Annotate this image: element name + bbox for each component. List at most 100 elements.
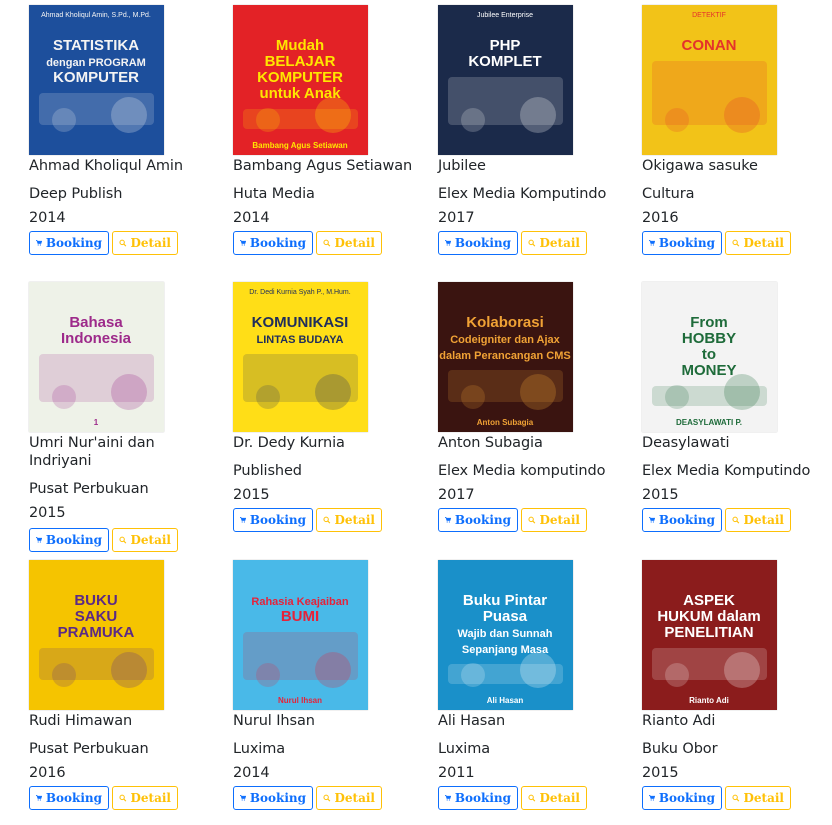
book-publisher: Published (233, 463, 302, 479)
book-cover-art: Dr. Dedi Kurnia Syah P., M.Hum. KOMUNIKAS… (233, 282, 368, 432)
book-actions: Booking Detail (29, 231, 178, 255)
book-actions: Booking Detail (29, 786, 178, 810)
booking-button-label: Booking (658, 513, 715, 527)
detail-button-label: Detail (743, 513, 784, 527)
svg-text:DEASYLAWATI P.: DEASYLAWATI P. (676, 418, 742, 427)
book-author: Jubilee (438, 158, 486, 174)
svg-text:Buku Pintar: Buku Pintar (463, 592, 547, 609)
booking-button[interactable]: Booking (642, 508, 722, 532)
svg-text:BELAJAR: BELAJAR (265, 53, 336, 70)
shopping-cart-icon (445, 517, 451, 523)
booking-button[interactable]: Booking (233, 786, 313, 810)
book-publisher: Deep Publish (29, 186, 123, 202)
book-author: Anton Subagia (438, 435, 543, 451)
search-icon (732, 516, 740, 524)
detail-button[interactable]: Detail (316, 231, 382, 255)
book-cover-art: MudahBELAJARKOMPUTERuntuk Anak Bambang Ag… (233, 5, 368, 155)
svg-text:KOMPLET: KOMPLET (468, 53, 541, 70)
book-cover[interactable]: Mudah BELAJAR KOMPUTER untuk Anak Bambang Ag… (233, 5, 368, 155)
detail-button[interactable]: Detail (521, 786, 587, 810)
book-cover[interactable]: Bahasa Indonesia 1 (29, 282, 164, 432)
book-cover-art: DETEKTIF CONAN (642, 5, 777, 155)
book-cover[interactable]: From HOBBY to MONEY DEASYLAWATI P. (642, 282, 777, 432)
booking-button[interactable]: Booking (438, 786, 518, 810)
book-publisher: Elex Media Komputindo (438, 186, 607, 202)
book-author: Rianto Adi (642, 713, 716, 729)
svg-text:1: 1 (94, 418, 99, 427)
book-cover[interactable]: Ahmad Kholiqul Amin, S.Pd., M.Pd. STATIST… (29, 5, 164, 155)
booking-button-label: Booking (45, 791, 102, 805)
detail-button-label: Detail (743, 236, 784, 250)
book-cover[interactable]: Kolaborasi Codeigniter dan Ajax dalam Pera… (438, 282, 573, 432)
book-cover[interactable]: Jubilee Enterprise PHP KOMPLET (438, 5, 573, 155)
svg-text:Wajib dan Sunnah: Wajib dan Sunnah (458, 628, 553, 640)
shopping-cart-icon (649, 240, 655, 246)
svg-text:dalam Perancangan CMS: dalam Perancangan CMS (439, 350, 570, 362)
book-year: 2015 (29, 505, 66, 521)
book-year: 2017 (438, 487, 475, 503)
svg-text:to: to (702, 346, 716, 363)
booking-button[interactable]: Booking (29, 786, 109, 810)
book-cover[interactable]: Buku Pintar Puasa Wajib dan Sunnah Sepanjan… (438, 560, 573, 710)
booking-button[interactable]: Booking (642, 231, 722, 255)
svg-text:Rahasia Keajaiban: Rahasia Keajaiban (251, 596, 348, 608)
search-icon (528, 239, 536, 247)
detail-button[interactable]: Detail (112, 528, 178, 552)
svg-text:CONAN: CONAN (682, 37, 737, 54)
book-cover-art: ASPEKHUKUM dalamPENELITIAN Rianto Adi (642, 560, 777, 710)
svg-text:From: From (690, 314, 728, 331)
book-author: Ahmad Kholiqul Amin (29, 158, 183, 174)
booking-button[interactable]: Booking (29, 231, 109, 255)
detail-button-label: Detail (334, 513, 375, 527)
booking-button-label: Booking (45, 533, 102, 547)
svg-text:untuk Anak: untuk Anak (259, 85, 341, 102)
detail-button[interactable]: Detail (521, 231, 587, 255)
book-cover-art: FromHOBBYtoMONEY DEASYLAWATI P. (642, 282, 777, 432)
search-icon (732, 794, 740, 802)
book-cover-art: Rahasia KeajaibanBUMI Nurul Ihsan (233, 560, 368, 710)
book-author: Umri Nur'aini dan Indriyani (29, 435, 155, 469)
book-year: 2017 (438, 210, 475, 226)
book-year: 2014 (233, 210, 270, 226)
detail-button[interactable]: Detail (112, 231, 178, 255)
booking-button[interactable]: Booking (233, 231, 313, 255)
book-cover[interactable]: BUKU SAKU PRAMUKA (29, 560, 164, 710)
detail-button[interactable]: Detail (316, 786, 382, 810)
detail-button[interactable]: Detail (725, 231, 791, 255)
booking-button[interactable]: Booking (438, 231, 518, 255)
book-cover[interactable]: DETEKTIF CONAN (642, 5, 777, 155)
book-actions: Booking Detail (642, 786, 791, 810)
search-icon (323, 516, 331, 524)
svg-text:KOMPUTER: KOMPUTER (53, 69, 139, 86)
detail-button-label: Detail (130, 236, 171, 250)
detail-button[interactable]: Detail (316, 508, 382, 532)
booking-button[interactable]: Booking (438, 508, 518, 532)
detail-button[interactable]: Detail (112, 786, 178, 810)
booking-button[interactable]: Booking (642, 786, 722, 810)
book-cover[interactable]: ASPEK HUKUM dalam PENELITIAN Rianto Adi (642, 560, 777, 710)
svg-text:Codeigniter dan Ajax: Codeigniter dan Ajax (450, 334, 560, 346)
detail-button-label: Detail (334, 791, 375, 805)
book-cover[interactable]: Dr. Dedi Kurnia Syah P., M.Hum. KOMUNIKAS… (233, 282, 368, 432)
svg-text:Dr. Dedi Kurnia Syah P., M.Hum: Dr. Dedi Kurnia Syah P., M.Hum. (249, 289, 350, 296)
detail-button[interactable]: Detail (725, 786, 791, 810)
book-publisher: Huta Media (233, 186, 315, 202)
book-publisher: Elex Media Komputindo (642, 463, 811, 479)
search-icon (528, 516, 536, 524)
book-publisher: Luxima (233, 741, 286, 757)
detail-button-label: Detail (130, 791, 171, 805)
svg-text:Sepanjang Masa: Sepanjang Masa (462, 644, 549, 656)
search-icon (323, 239, 331, 247)
detail-button-label: Detail (539, 513, 580, 527)
booking-button[interactable]: Booking (233, 508, 313, 532)
booking-button[interactable]: Booking (29, 528, 109, 552)
book-cover[interactable]: Rahasia Keajaiban BUMI Nurul Ihsan (233, 560, 368, 710)
booking-button-label: Booking (454, 791, 511, 805)
detail-button-label: Detail (130, 533, 171, 547)
book-actions: Booking Detail (438, 508, 587, 532)
detail-button[interactable]: Detail (725, 508, 791, 532)
detail-button[interactable]: Detail (521, 508, 587, 532)
book-year: 2014 (233, 765, 270, 781)
detail-button-label: Detail (539, 791, 580, 805)
book-actions: Booking Detail (233, 786, 382, 810)
